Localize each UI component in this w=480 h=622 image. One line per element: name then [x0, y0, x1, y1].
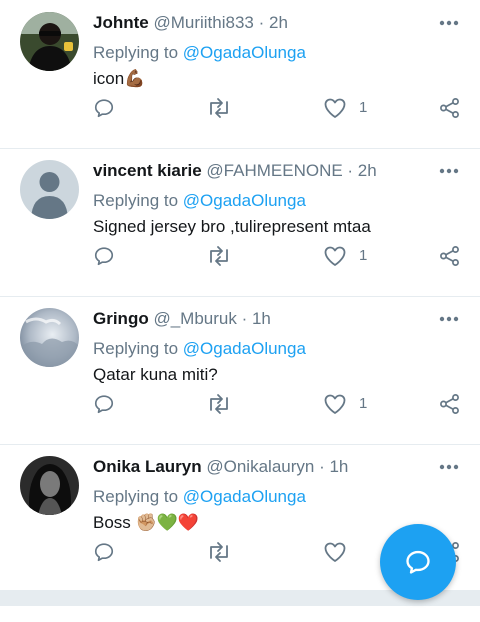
more-options-icon[interactable]: [438, 16, 460, 30]
reply-button[interactable]: [93, 245, 115, 269]
user-handle[interactable]: @Onikalauryn: [206, 457, 314, 476]
tweet-text: Boss ✊🏼💚❤️: [93, 513, 200, 532]
compose-reply-icon: [406, 550, 430, 574]
replying-to: Replying to @OgadaOlunga: [93, 43, 306, 63]
tweet-header: Gringo @_Mburuk · 1h: [93, 309, 271, 329]
user-handle[interactable]: @_Mburuk: [153, 309, 236, 328]
action-bar: 1: [93, 393, 468, 417]
replying-to-label: Replying to: [93, 487, 179, 506]
user-handle[interactable]: @FAHMEENONE: [206, 161, 342, 180]
tweet-text: icon💪🏾: [93, 69, 146, 88]
more-options-icon[interactable]: [438, 164, 460, 178]
bottom-spacer: [0, 606, 480, 622]
avatar-photo-icon: [20, 308, 79, 367]
heart-icon: [324, 394, 346, 414]
replying-to: Replying to @OgadaOlunga: [93, 339, 306, 359]
heart-icon: [324, 542, 346, 562]
timestamp: · 2h: [347, 161, 377, 180]
heart-icon: [324, 98, 346, 118]
reply-icon: [94, 247, 114, 266]
retweet-button[interactable]: [206, 97, 232, 121]
avatar[interactable]: [20, 160, 79, 219]
like-count: 1: [359, 99, 368, 116]
heart-icon: [324, 246, 346, 266]
timestamp: · 1h: [241, 309, 271, 328]
replying-to-label: Replying to: [93, 191, 179, 210]
avatar-photo-icon: [20, 12, 79, 71]
like-button[interactable]: [323, 393, 347, 417]
display-name[interactable]: vincent kiarie: [93, 161, 202, 180]
retweet-icon: [210, 542, 228, 562]
tweet-header: Onika Lauryn @Onikalauryn · 1h: [93, 457, 348, 477]
display-name[interactable]: Onika Lauryn: [93, 457, 202, 476]
tweet-reply[interactable]: Johnte @Muriithi833 · 2h Replying to @Og…: [0, 0, 480, 149]
retweet-button[interactable]: [206, 541, 232, 565]
retweet-icon: [210, 246, 228, 266]
action-bar: 1: [93, 97, 468, 121]
share-button[interactable]: [439, 97, 461, 121]
more-options-icon[interactable]: [438, 460, 460, 474]
mention-link[interactable]: @OgadaOlunga: [183, 487, 306, 506]
like-count: 1: [359, 395, 368, 412]
tweet-header: Johnte @Muriithi833 · 2h: [93, 13, 288, 33]
reply-icon: [94, 543, 114, 562]
retweet-button[interactable]: [206, 393, 232, 417]
avatar[interactable]: [20, 456, 79, 515]
avatar[interactable]: [20, 308, 79, 367]
display-name[interactable]: Johnte: [93, 13, 149, 32]
like-button[interactable]: [323, 541, 347, 565]
reply-button[interactable]: [93, 393, 115, 417]
retweet-icon: [210, 98, 228, 118]
replying-to-label: Replying to: [93, 43, 179, 62]
display-name[interactable]: Gringo: [93, 309, 149, 328]
mention-link[interactable]: @OgadaOlunga: [183, 43, 306, 62]
tweet-text: Signed jersey bro ,tulirepresent mtaa: [93, 217, 371, 236]
reply-icon: [94, 99, 114, 118]
replying-to: Replying to @OgadaOlunga: [93, 487, 306, 507]
like-count: 1: [359, 247, 368, 264]
replying-to-label: Replying to: [93, 339, 179, 358]
action-bar: 1: [93, 245, 468, 269]
timestamp: · 2h: [258, 13, 288, 32]
avatar[interactable]: [20, 12, 79, 71]
share-icon: [440, 98, 459, 118]
default-profile-icon: [20, 160, 79, 219]
retweet-button[interactable]: [206, 245, 232, 269]
tweet-reply[interactable]: Gringo @_Mburuk · 1h Replying to @OgadaO…: [0, 296, 480, 445]
reply-button[interactable]: [93, 97, 115, 121]
retweet-icon: [210, 394, 228, 414]
mention-link[interactable]: @OgadaOlunga: [183, 191, 306, 210]
reply-button[interactable]: [93, 541, 115, 565]
replying-to: Replying to @OgadaOlunga: [93, 191, 306, 211]
share-icon: [440, 246, 459, 266]
mention-link[interactable]: @OgadaOlunga: [183, 339, 306, 358]
more-options-icon[interactable]: [438, 312, 460, 326]
share-button[interactable]: [439, 393, 461, 417]
like-button[interactable]: [323, 245, 347, 269]
avatar-photo-icon: [20, 456, 79, 515]
tweet-header: vincent kiarie @FAHMEENONE · 2h: [93, 161, 377, 181]
tweet-text: Qatar kuna miti?: [93, 365, 218, 384]
compose-reply-button[interactable]: [380, 524, 456, 600]
like-button[interactable]: [323, 97, 347, 121]
timestamp: · 1h: [319, 457, 349, 476]
share-icon: [440, 394, 459, 414]
share-button[interactable]: [439, 245, 461, 269]
reply-icon: [94, 395, 114, 414]
user-handle[interactable]: @Muriithi833: [153, 13, 253, 32]
tweet-reply[interactable]: vincent kiarie @FAHMEENONE · 2h Replying…: [0, 148, 480, 297]
